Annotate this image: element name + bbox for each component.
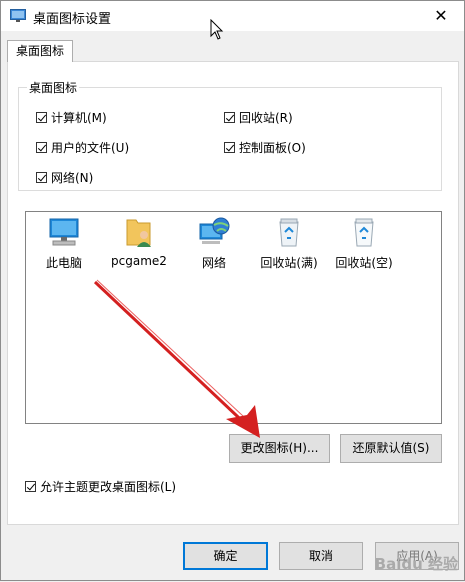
watermark: Baidu 经验 [374, 555, 458, 573]
group-label: 桌面图标 [27, 79, 80, 96]
checkbox-box[interactable] [36, 142, 47, 153]
recycle-bin-empty-icon [354, 218, 374, 247]
icon-item-network[interactable]: 网络 [178, 216, 250, 271]
checkbox-box[interactable] [25, 481, 36, 492]
checkbox-label: 允许主题更改桌面图标(L) [40, 480, 177, 494]
checkbox-label: 回收站(R) [239, 111, 293, 125]
icon-label: 网络 [201, 256, 226, 270]
desktop-settings-icon [10, 9, 26, 22]
checkbox-label: 控制面板(O) [239, 141, 306, 155]
checkbox-computer[interactable]: 计算机(M) [36, 109, 107, 126]
recycle-bin-full-icon [279, 218, 299, 247]
window-title: 桌面图标设置 [33, 12, 112, 27]
restore-default-button[interactable]: 还原默认值(S) [340, 434, 442, 463]
network-icon [199, 217, 230, 244]
user-folder-icon [126, 219, 151, 247]
computer-icon [49, 218, 79, 246]
checkbox-recycle-bin[interactable]: 回收站(R) [224, 109, 293, 126]
checkbox-label: 用户的文件(U) [51, 141, 130, 155]
dialog-window: 桌面图标设置 ✕ 桌面图标 桌面图标 计算机(M) 回收站(R) 用户的文件(U… [0, 0, 465, 581]
close-button[interactable]: ✕ [418, 1, 464, 31]
title-bar[interactable]: 桌面图标设置 ✕ [1, 1, 464, 31]
mouse-cursor-icon [210, 19, 224, 40]
tab-desktop-icons[interactable]: 桌面图标 [7, 40, 73, 62]
icon-label: pcgame2 [111, 254, 167, 268]
icon-item-user-folder[interactable]: pcgame2 [103, 216, 175, 268]
change-icon-button[interactable]: 更改图标(H)... [229, 434, 330, 463]
checkbox-network[interactable]: 网络(N) [36, 169, 93, 186]
ok-button[interactable]: 确定 [183, 542, 268, 570]
checkbox-allow-theme-change[interactable]: 允许主题更改桌面图标(L) [25, 478, 176, 495]
icon-label: 回收站(空) [335, 256, 393, 270]
checkbox-label: 计算机(M) [51, 111, 107, 125]
icon-item-recycle-full[interactable]: 回收站(满) [253, 216, 325, 271]
icon-label: 回收站(满) [260, 256, 318, 270]
checkbox-box[interactable] [36, 112, 47, 123]
checkbox-user-files[interactable]: 用户的文件(U) [36, 139, 129, 156]
checkbox-control-panel[interactable]: 控制面板(O) [224, 139, 306, 156]
icon-item-this-pc[interactable]: 此电脑 [28, 216, 100, 271]
checkbox-label: 网络(N) [51, 171, 94, 185]
checkbox-box[interactable] [36, 172, 47, 183]
icon-item-recycle-empty[interactable]: 回收站(空) [328, 216, 400, 271]
checkbox-box[interactable] [224, 142, 235, 153]
checkbox-box[interactable] [224, 112, 235, 123]
icon-label: 此电脑 [45, 256, 82, 270]
cancel-button[interactable]: 取消 [279, 542, 363, 570]
